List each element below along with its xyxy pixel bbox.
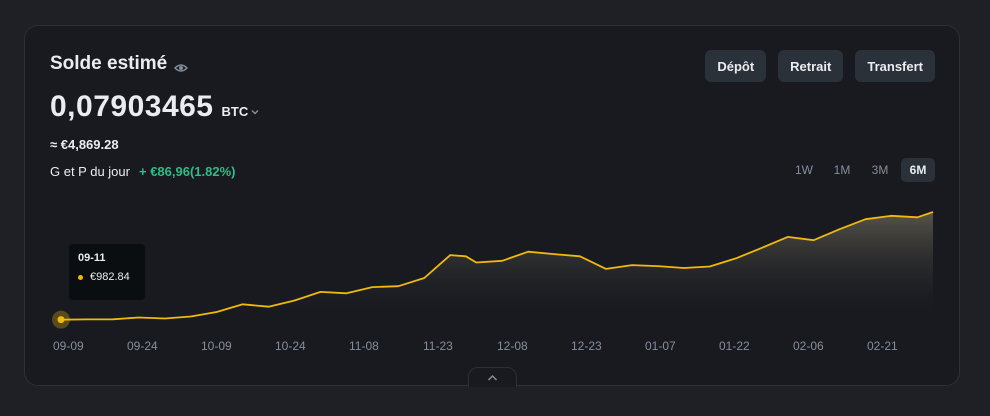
x-tick-label: 10-09: [201, 339, 232, 353]
x-tick-label: 01-07: [645, 339, 676, 353]
chart-tooltip: 09-11 €982.84: [69, 244, 145, 300]
balance-card: Solde estimé 0,07903465 BTC ≈ €4,869.28 …: [24, 25, 961, 387]
x-tick-label: 01-22: [719, 339, 750, 353]
x-tick-label: 09-24: [127, 339, 158, 353]
x-tick-label: 02-21: [867, 339, 898, 353]
series-dot: [78, 274, 83, 280]
x-tick-label: 10-24: [275, 339, 306, 353]
chevron-up-icon: [487, 374, 498, 381]
tooltip-date: 09-11: [78, 252, 106, 264]
x-tick-label: 11-08: [349, 339, 379, 353]
x-tick-label: 11-23: [423, 339, 453, 353]
tooltip-value: €982.84: [90, 271, 130, 283]
x-tick-label: 12-08: [497, 339, 528, 353]
x-tick-label: 02-06: [793, 339, 824, 353]
x-tick-label: 12-23: [571, 339, 602, 353]
collapse-button[interactable]: [468, 367, 517, 387]
hover-marker: [57, 316, 65, 324]
chart-area: [61, 212, 933, 322]
tooltip-value-row: €982.84: [78, 271, 136, 283]
balance-chart[interactable]: 09-09 09-24 10-09 10-24 11-08 11-23 12-08 12-23…: [25, 26, 961, 387]
x-tick-label: 09-09: [53, 339, 84, 353]
